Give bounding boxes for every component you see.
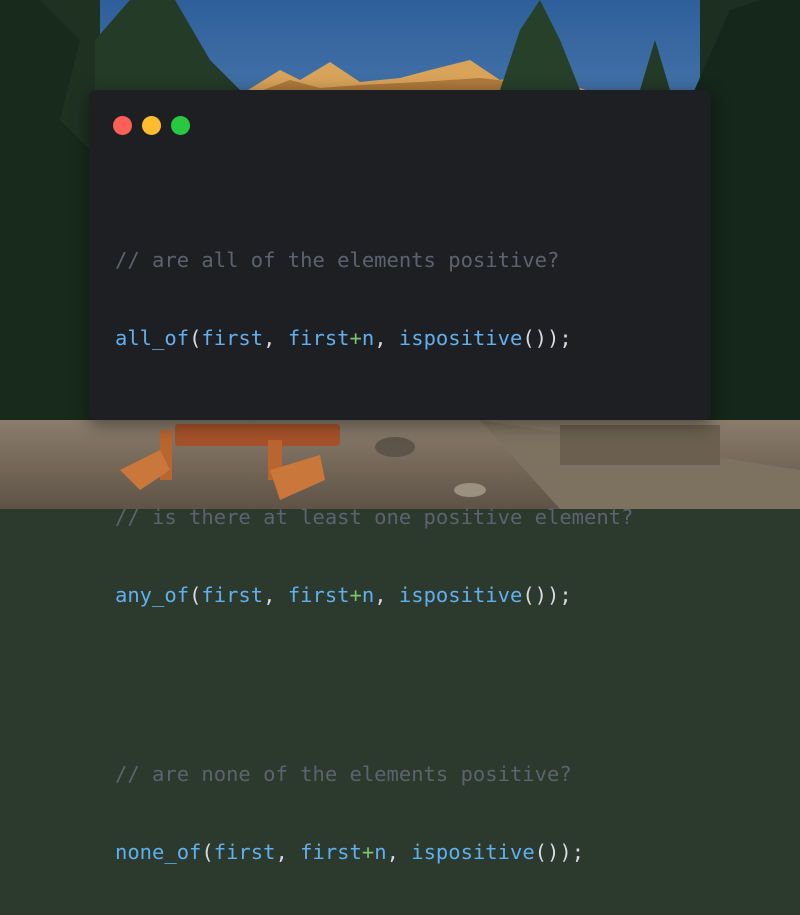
code-statement-line: all_of(first, first+n, ispositive()); — [115, 325, 572, 350]
code-comment-line: // are none of the elements positive? — [115, 762, 572, 786]
maximize-window-button[interactable] — [171, 116, 190, 135]
code-statement-line: none_of(first, first+n, ispositive()); — [115, 839, 585, 864]
code-comment-line: // are all of the elements positive? — [115, 248, 560, 272]
function-name: none_of — [115, 839, 202, 864]
code-statement-line: any_of(first, first+n, ispositive()); — [115, 582, 572, 607]
code-editor: // are all of the elements positive? all… — [115, 174, 633, 915]
close-window-button[interactable] — [113, 116, 132, 135]
window-controls — [113, 116, 190, 135]
code-window: // are all of the elements positive? all… — [89, 90, 711, 864]
function-name: any_of — [115, 582, 190, 607]
code-comment-line: // is there at least one positive elemen… — [115, 505, 634, 529]
minimize-window-button[interactable] — [142, 116, 161, 135]
function-name: all_of — [115, 325, 190, 350]
